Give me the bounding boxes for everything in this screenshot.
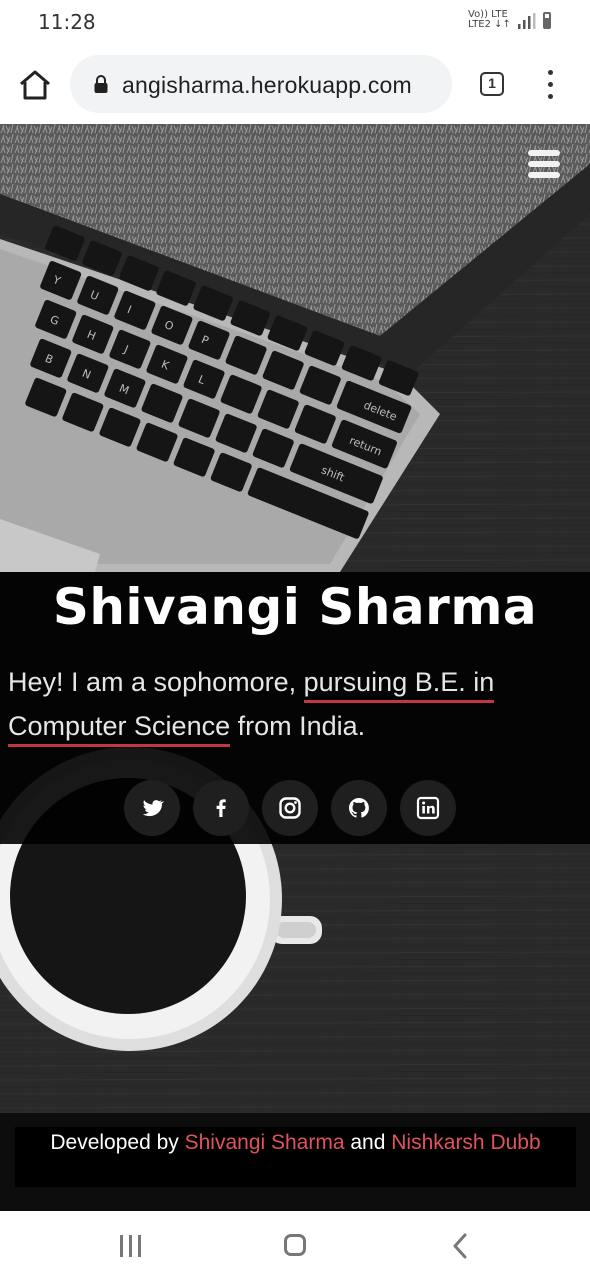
intro-panel: Shivangi Sharma Hey! I am a sophomore, p… <box>0 572 590 844</box>
recent-apps-icon[interactable] <box>120 1235 144 1257</box>
status-bar: 11:28 Vo)) LTE LTE2 ↓↑ <box>0 0 590 44</box>
github-icon <box>349 798 369 818</box>
browser-menu-icon[interactable] <box>540 70 560 100</box>
back-icon[interactable] <box>452 1233 468 1259</box>
status-time: 11:28 <box>38 10 96 34</box>
signal-icon <box>518 13 536 29</box>
system-nav-bar <box>0 1211 590 1280</box>
linkedin-icon <box>416 796 440 820</box>
twitter-link[interactable] <box>124 780 180 836</box>
network-label-bottom: LTE2 ↓↑ <box>468 19 511 30</box>
browser-toolbar: angisharma.herokuapp.com 1 <box>0 44 590 124</box>
nav-menu-icon[interactable] <box>528 150 560 178</box>
address-bar[interactable]: angisharma.herokuapp.com <box>70 55 452 113</box>
instagram-icon <box>279 797 301 819</box>
footer-section: Developed by Shivangi Sharma and Nishkar… <box>0 1113 590 1211</box>
browser-home-icon[interactable] <box>18 68 52 102</box>
github-link[interactable] <box>331 780 387 836</box>
network-indicator: Vo)) LTE LTE2 ↓↑ <box>468 10 511 30</box>
author-link-nishkarsh[interactable]: Nishkarsh Dubb <box>391 1131 540 1154</box>
page-title: Shivangi Sharma <box>52 578 538 636</box>
instagram-link[interactable] <box>262 780 318 836</box>
tab-switcher-button[interactable]: 1 <box>480 72 504 96</box>
home-icon[interactable] <box>284 1234 306 1256</box>
facebook-icon <box>216 799 226 817</box>
linkedin-link[interactable] <box>400 780 456 836</box>
battery-icon <box>543 12 551 29</box>
twitter-icon <box>142 800 164 817</box>
tagline-start: Hey! I am a sophomore, <box>8 667 304 697</box>
tagline-end: from India. <box>230 711 366 741</box>
footer-joiner: and <box>344 1131 392 1154</box>
footer-credits: Developed by Shivangi Sharma and Nishkar… <box>15 1127 576 1187</box>
lock-icon <box>94 75 108 93</box>
url-text: angisharma.herokuapp.com <box>122 72 412 98</box>
footer-prefix: Developed by <box>50 1131 185 1154</box>
tagline: Hey! I am a sophomore, pursuing B.E. in … <box>8 660 578 748</box>
facebook-link[interactable] <box>193 780 249 836</box>
author-link-shivangi[interactable]: Shivangi Sharma <box>185 1131 345 1154</box>
hero-section: Y U I O Pdelete G H J K Lreturn B N Mshift Shivang… <box>0 124 590 1114</box>
